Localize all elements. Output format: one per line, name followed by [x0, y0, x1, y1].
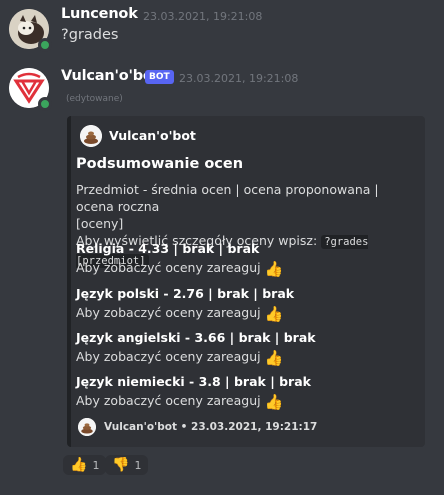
online-status-icon: [38, 38, 52, 52]
thumbs-up-icon: 👍: [264, 349, 284, 367]
avatar-vulcanobot[interactable]: [9, 68, 52, 111]
embed-footer: Vulcan'o'bot • 23.03.2021, 19:21:17: [104, 421, 318, 433]
field-value-text: Aby zobaczyć oceny zareaguj: [76, 393, 261, 408]
field-name: Język angielski - 3.66 | brak | brak: [76, 330, 316, 345]
field-value-text: Aby zobaczyć oceny zareaguj: [76, 260, 261, 275]
reaction-thumbs-up[interactable]: 👍 1: [63, 455, 107, 475]
reaction-count: 1: [134, 458, 142, 472]
grades-embed: Vulcan'o'bot Podsumowanie ocen Przedmiot…: [67, 116, 425, 447]
field-value: Aby zobaczyć oceny zareaguj 👍: [76, 393, 283, 411]
field-name: Język polski - 2.76 | brak | brak: [76, 286, 295, 301]
embed-title: Podsumowanie ocen: [76, 156, 244, 172]
field-value: Aby zobaczyć oceny zareaguj 👍: [76, 349, 283, 367]
thumbs-down-icon: 👎: [112, 457, 130, 473]
thumbs-up-icon: 👍: [264, 393, 284, 411]
username[interactable]: Luncenok: [61, 6, 138, 22]
avatar-luncenok[interactable]: [9, 9, 52, 52]
message-timestamp: 23.03.2021, 19:21:08: [179, 72, 299, 85]
online-status-icon: [38, 97, 52, 111]
embed-description: Przedmiot - średnia ocen | ocena propono…: [76, 181, 416, 270]
poop-logo-icon: [78, 418, 96, 436]
field-value: Aby zobaczyć oceny zareaguj 👍: [76, 260, 283, 278]
reaction-count: 1: [92, 458, 100, 472]
thumbs-up-icon: 👍: [70, 457, 88, 473]
field-name: Religia - 4.33 | brak | brak: [76, 241, 260, 256]
thumbs-up-icon: 👍: [264, 305, 284, 323]
thumbs-up-icon: 👍: [264, 260, 284, 278]
embed-author[interactable]: Vulcan'o'bot: [109, 128, 196, 143]
field-value-text: Aby zobaczyć oceny zareaguj: [76, 305, 261, 320]
embed-author-icon: [80, 125, 102, 147]
bot-badge: BOT: [145, 70, 174, 84]
message-timestamp: 23.03.2021, 19:21:08: [143, 10, 263, 23]
reaction-thumbs-down[interactable]: 👎 1: [105, 455, 149, 475]
embed-footer-icon: [78, 418, 96, 436]
field-name: Język niemiecki - 3.8 | brak | brak: [76, 374, 311, 389]
poop-logo-icon: [80, 125, 102, 147]
message-content: ?grades: [61, 27, 119, 43]
field-value: Aby zobaczyć oceny zareaguj 👍: [76, 305, 283, 323]
field-value-text: Aby zobaczyć oceny zareaguj: [76, 349, 261, 364]
description-line: [oceny]: [76, 216, 124, 231]
description-line: Przedmiot - średnia ocen | ocena propono…: [76, 182, 379, 214]
edited-label: (edytowane): [66, 94, 123, 104]
